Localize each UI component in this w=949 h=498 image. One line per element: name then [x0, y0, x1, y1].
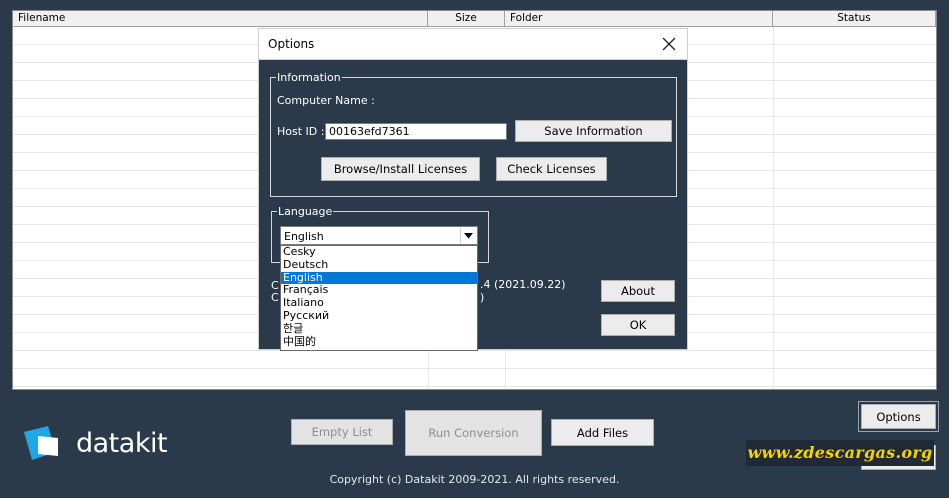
language-option[interactable]: Русский — [281, 309, 477, 323]
datakit-logo-icon — [24, 426, 58, 460]
language-legend: Language — [278, 205, 333, 218]
options-dialog: Options Information Computer Name : Host… — [258, 28, 688, 351]
partial-label: C — [271, 291, 279, 304]
column-header-label: Status — [837, 12, 871, 24]
version-text: .4 (2021.09.22) — [480, 278, 566, 291]
language-option[interactable]: 한글 — [281, 322, 477, 336]
ok-button[interactable]: OK — [601, 314, 675, 336]
column-header-folder[interactable]: Folder — [505, 11, 773, 27]
language-option[interactable]: Deutsch — [281, 258, 477, 272]
language-option[interactable]: Česky — [281, 246, 477, 259]
watermark-banner: www.zdescargas.org — [746, 440, 934, 466]
language-dropdown-list[interactable]: Česky Deutsch English Français Italiano Русск… — [280, 245, 478, 351]
close-icon[interactable] — [657, 32, 681, 56]
empty-list-button[interactable]: Empty List — [291, 419, 393, 445]
browse-install-licenses-button[interactable]: Browse/Install Licenses — [321, 157, 480, 181]
column-header-label: Filename — [18, 12, 66, 24]
run-conversion-button[interactable]: Run Conversion — [405, 410, 542, 456]
host-id-label: Host ID : — [277, 125, 325, 138]
column-header-label: Size — [455, 12, 477, 24]
column-header-label: Folder — [510, 12, 543, 24]
copyright-text: Copyright (c) Datakit 2009-2021. All rig… — [329, 473, 620, 486]
column-header-status[interactable]: Status — [773, 11, 936, 27]
version-text: ) — [480, 291, 485, 304]
options-button[interactable]: Options — [861, 404, 936, 429]
dialog-titlebar[interactable]: Options — [259, 29, 687, 60]
host-id-field[interactable] — [325, 123, 507, 140]
add-files-button[interactable]: Add Files — [551, 419, 654, 446]
language-option[interactable]: 中国的 — [281, 335, 477, 349]
computer-name-label: Computer Name : — [277, 94, 375, 107]
dialog-title: Options — [268, 37, 315, 51]
check-licenses-button[interactable]: Check Licenses — [496, 157, 607, 181]
chevron-down-icon[interactable] — [460, 228, 476, 243]
language-select[interactable]: English — [280, 226, 478, 245]
save-information-button[interactable]: Save Information — [515, 120, 672, 142]
information-legend: Information — [277, 71, 341, 84]
language-selected-value: English — [284, 230, 324, 243]
datakit-logo: datakit — [24, 426, 174, 466]
logo-text: datakit — [76, 428, 168, 459]
column-header-filename[interactable]: Filename — [13, 11, 428, 27]
column-header-size[interactable]: Size — [428, 11, 505, 27]
about-button[interactable]: About — [601, 280, 675, 302]
column-divider — [773, 27, 774, 389]
